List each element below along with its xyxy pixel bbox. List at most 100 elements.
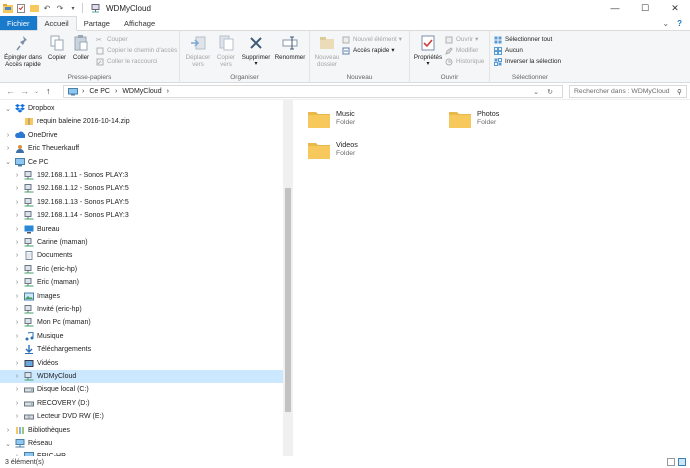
chevron-right-icon[interactable]: › bbox=[4, 145, 12, 152]
breadcrumb-wdmycloud[interactable]: WDMyCloud bbox=[122, 88, 161, 95]
cut-button[interactable]: ✂ Couper bbox=[96, 35, 128, 44]
chevron-down-icon[interactable]: ⌄ bbox=[4, 105, 12, 113]
chevron-right-icon[interactable]: › bbox=[13, 413, 21, 420]
chevron-right-icon[interactable]: › bbox=[13, 266, 21, 273]
edit-button[interactable]: Modifier bbox=[445, 46, 478, 55]
chevron-down-icon[interactable]: ⌄ bbox=[4, 158, 12, 166]
new-item-button[interactable]: Nouvel élément ▾ bbox=[342, 35, 402, 44]
undo-icon[interactable]: ↶ bbox=[42, 3, 52, 13]
nav-item[interactable]: › Vidéos bbox=[0, 357, 283, 370]
nav-item[interactable]: › Eric Theuerkauff bbox=[0, 142, 283, 155]
navigation-scrollbar[interactable] bbox=[283, 100, 293, 456]
chevron-right-icon[interactable]: › bbox=[13, 333, 21, 340]
nav-item[interactable]: › Téléchargements bbox=[0, 343, 283, 356]
chevron-right-icon[interactable]: › bbox=[13, 373, 21, 380]
minimize-button[interactable]: — bbox=[600, 0, 630, 16]
properties-dropdown-icon[interactable]: ▾ bbox=[426, 61, 429, 68]
nav-item[interactable]: › 192.168.1.11 - Sonos PLAY:3 bbox=[0, 169, 283, 182]
chevron-right-icon[interactable]: › bbox=[13, 226, 21, 233]
chevron-right-icon[interactable]: › bbox=[13, 400, 21, 407]
select-none-button[interactable]: Aucun bbox=[494, 46, 523, 55]
search-input[interactable]: Rechercher dans : WDMyCloud ⚲ bbox=[569, 85, 687, 98]
chevron-right-icon[interactable]: › bbox=[4, 427, 12, 434]
nav-item[interactable]: › WDMyCloud bbox=[0, 370, 283, 383]
chevron-right-icon[interactable]: › bbox=[13, 279, 21, 286]
details-view-icon[interactable] bbox=[667, 458, 675, 466]
nav-item[interactable]: › Images bbox=[0, 290, 283, 303]
recent-locations-icon[interactable]: ⌄ bbox=[34, 88, 39, 95]
folder-item-photos[interactable]: Photos Folder bbox=[449, 109, 499, 128]
tab-accueil[interactable]: Accueil bbox=[36, 16, 77, 31]
customize-quick-access-icon[interactable]: ▾ bbox=[68, 3, 78, 13]
address-dropdown-icon[interactable]: ⌄ bbox=[533, 88, 539, 96]
chevron-right-icon[interactable]: › bbox=[13, 293, 21, 300]
folder-item-videos[interactable]: Videos Folder bbox=[308, 140, 358, 159]
move-to-button[interactable]: Déplacer vers bbox=[184, 34, 212, 68]
copy-button[interactable]: Copier bbox=[46, 34, 68, 61]
nav-item[interactable]: › Invité (eric-hp) bbox=[0, 303, 283, 316]
chevron-right-icon[interactable]: › bbox=[4, 132, 12, 139]
chevron-right-icon[interactable]: › bbox=[13, 386, 21, 393]
nav-item[interactable]: › 192.168.1.13 - Sonos PLAY:5 bbox=[0, 196, 283, 209]
nav-item[interactable]: › Eric (maman) bbox=[0, 276, 283, 289]
open-button[interactable]: Ouvrir ▾ bbox=[445, 35, 478, 44]
copy-path-button[interactable]: Copier le chemin d'accès bbox=[96, 46, 177, 55]
paste-button[interactable]: Coller bbox=[70, 34, 92, 61]
chevron-right-icon[interactable]: › bbox=[13, 319, 21, 326]
help-icon[interactable]: ? bbox=[677, 19, 682, 28]
pin-quick-access-button[interactable]: Épingler dans Accès rapide bbox=[3, 34, 43, 68]
tab-partage[interactable]: Partage bbox=[77, 16, 117, 30]
nav-item[interactable]: › Lecteur DVD RW (E:) bbox=[0, 410, 283, 423]
copy-to-button[interactable]: Copier vers bbox=[214, 34, 238, 68]
nav-item[interactable]: › Bibliothèques bbox=[0, 424, 283, 437]
chevron-right-icon[interactable]: › bbox=[13, 306, 21, 313]
maximize-button[interactable]: ☐ bbox=[630, 0, 660, 16]
history-button[interactable]: Historique bbox=[445, 57, 484, 66]
new-folder-quick-icon[interactable] bbox=[29, 3, 39, 13]
delete-button[interactable]: Supprimer ▾ bbox=[240, 34, 272, 68]
nav-item[interactable]: › 192.168.1.12 - Sonos PLAY:5 bbox=[0, 182, 283, 195]
new-folder-button[interactable]: Nouveau dossier bbox=[313, 34, 341, 68]
invert-selection-button[interactable]: Inverser la sélection bbox=[494, 57, 561, 66]
chevron-right-icon[interactable]: › bbox=[13, 172, 21, 179]
collapse-ribbon-icon[interactable]: ⌄ bbox=[662, 19, 669, 28]
large-icons-view-icon[interactable] bbox=[678, 458, 686, 466]
chevron-right-icon[interactable]: › bbox=[13, 199, 21, 206]
nav-item[interactable]: requin baleine 2016-10-14.zip bbox=[0, 115, 283, 128]
delete-dropdown-icon[interactable]: ▾ bbox=[254, 61, 257, 68]
tab-fichier[interactable]: Fichier bbox=[0, 16, 37, 30]
breadcrumb-ce-pc[interactable]: Ce PC bbox=[89, 88, 110, 95]
rename-button[interactable]: Renommer bbox=[274, 34, 306, 61]
chevron-right-icon[interactable]: › bbox=[13, 212, 21, 219]
search-icon[interactable]: ⚲ bbox=[677, 88, 682, 96]
paste-shortcut-button[interactable]: Coller le raccourci bbox=[96, 57, 157, 66]
chevron-right-icon[interactable]: › bbox=[13, 346, 21, 353]
back-arrow-icon[interactable]: ← bbox=[6, 86, 15, 96]
nav-item[interactable]: › Bureau bbox=[0, 223, 283, 236]
properties-button[interactable]: Propriétés ▾ bbox=[413, 34, 443, 68]
forward-arrow-icon[interactable]: → bbox=[20, 86, 29, 96]
nav-item[interactable]: › OneDrive bbox=[0, 129, 283, 142]
chevron-right-icon[interactable]: › bbox=[13, 360, 21, 367]
chevron-right-icon[interactable]: › bbox=[13, 185, 21, 192]
navigation-scrollbar-thumb[interactable] bbox=[285, 188, 291, 412]
tab-affichage[interactable]: Affichage bbox=[117, 16, 162, 30]
folder-item-music[interactable]: Music Folder bbox=[308, 109, 355, 128]
close-button[interactable]: ✕ bbox=[660, 0, 690, 16]
up-arrow-icon[interactable]: ↑ bbox=[46, 86, 51, 96]
nav-item[interactable]: › RECOVERY (D:) bbox=[0, 397, 283, 410]
nav-item[interactable]: › Carine (maman) bbox=[0, 236, 283, 249]
nav-item[interactable]: ⌄ Réseau bbox=[0, 437, 283, 450]
nav-item[interactable]: › Documents bbox=[0, 249, 283, 262]
chevron-right-icon[interactable]: › bbox=[13, 252, 21, 259]
nav-item[interactable]: › Disque local (C:) bbox=[0, 383, 283, 396]
nav-item[interactable]: › Mon Pc (maman) bbox=[0, 316, 283, 329]
chevron-right-icon[interactable]: › bbox=[13, 239, 21, 246]
refresh-icon[interactable]: ↻ bbox=[547, 88, 553, 96]
chevron-down-icon[interactable]: ⌄ bbox=[4, 440, 12, 448]
select-all-button[interactable]: Sélectionner tout bbox=[494, 35, 552, 44]
redo-icon[interactable]: ↷ bbox=[55, 3, 65, 13]
nav-item[interactable]: ⌄ Ce PC bbox=[0, 156, 283, 169]
properties-quick-icon[interactable] bbox=[16, 3, 26, 13]
nav-item[interactable]: › Eric (eric-hp) bbox=[0, 263, 283, 276]
